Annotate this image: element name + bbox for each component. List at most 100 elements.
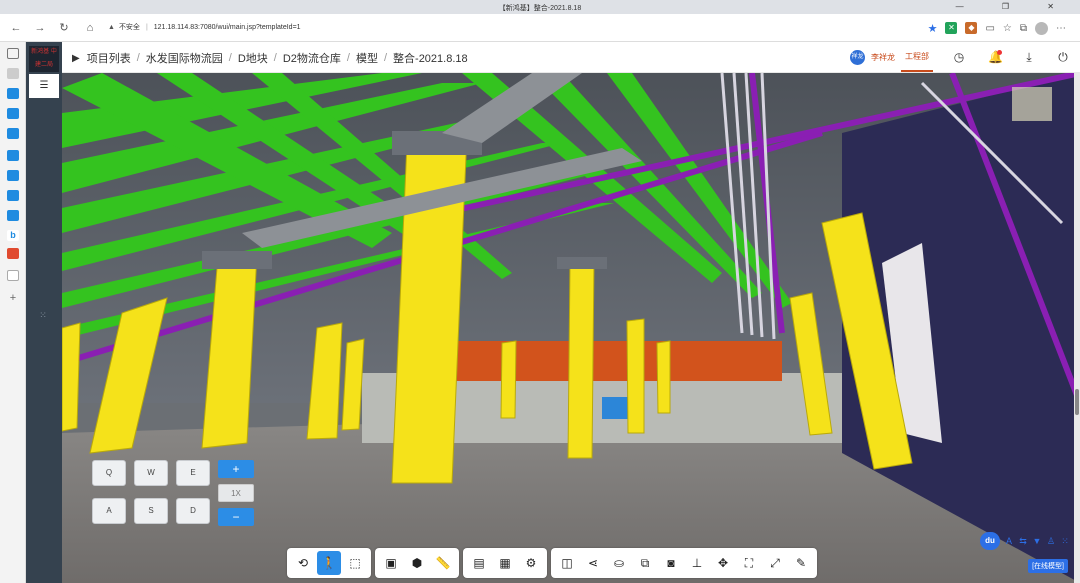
page-icon[interactable]: [7, 68, 19, 79]
breadcrumb-item[interactable]: 模型: [356, 50, 378, 66]
orbit-icon[interactable]: ⟲: [291, 551, 315, 575]
speed-down-button[interactable]: −: [218, 508, 254, 526]
browser-tab-title[interactable]: 【新鸿基】整合-2021.8.18: [0, 3, 1080, 13]
reload-icon[interactable]: ↻: [56, 20, 72, 36]
font-icon[interactable]: A: [1004, 534, 1014, 548]
document-icon[interactable]: ▦: [493, 551, 517, 575]
breadcrumb-item[interactable]: 水发国际物流园: [146, 50, 223, 66]
avatar[interactable]: 祥龙: [850, 50, 865, 65]
paint-bucket-icon[interactable]: ⛶: [737, 551, 761, 575]
shortcut-icon-2[interactable]: [7, 108, 19, 119]
scrollbar[interactable]: [1074, 73, 1080, 583]
forward-icon[interactable]: →: [32, 20, 48, 36]
navigation-pad: Q W E A S D: [92, 460, 227, 540]
ext-green-icon[interactable]: ✕: [945, 22, 958, 34]
expand-arrow-icon[interactable]: ▶: [72, 53, 80, 64]
grid-icon[interactable]: ⁙: [1060, 534, 1070, 548]
scrollbar-thumb[interactable]: [1075, 389, 1079, 415]
home-icon[interactable]: ⌂: [82, 20, 98, 36]
shortcut-icon-list[interactable]: [7, 270, 19, 281]
tree-icon[interactable]: ⊥: [685, 551, 709, 575]
measure-icon[interactable]: 📏: [431, 551, 455, 575]
section-box-icon[interactable]: ◙: [659, 551, 683, 575]
toolbar-group-tools: ◫ ⋖ ⛀ ⧉ ◙ ⊥ ✥ ⛶ ⤢ ✎: [551, 548, 817, 578]
profile-avatar-icon[interactable]: [1035, 21, 1048, 35]
menu-icon[interactable]: ☰: [29, 74, 59, 98]
key-s-button[interactable]: S: [134, 498, 168, 524]
add-icon[interactable]: +: [7, 292, 19, 304]
breadcrumb-current: 整合-2021.8.18: [393, 53, 468, 65]
toolbar-group-view: ⟲ 🚶 ⬚: [287, 548, 371, 578]
back-icon[interactable]: ←: [8, 20, 24, 36]
window-controls[interactable]: — ❐ ✕: [956, 2, 1072, 11]
shortcut-icon-7[interactable]: [7, 210, 19, 221]
shortcut-icon-5[interactable]: [7, 170, 19, 181]
shortcut-icon-4[interactable]: [7, 150, 19, 161]
key-e-button[interactable]: E: [176, 460, 210, 486]
collections-icon[interactable]: ⧉: [1020, 23, 1027, 34]
toolbar-group-model: ▣ ⬢ 📏: [375, 548, 459, 578]
translate-icon[interactable]: ⇆: [1018, 534, 1028, 548]
department-tab[interactable]: 工程部: [901, 43, 933, 72]
page-header: ▶ 项目列表 / 水发国际物流园 / D地块 / D2物流仓库 / 模型 / 整合-202…: [62, 42, 1080, 73]
toolbar-group-props: ▤ ▦ ⚙: [463, 548, 547, 578]
clock-icon[interactable]: ◷: [952, 50, 966, 64]
address-bar: ← → ↻ ⌂ ▲ 不安全 | 121.18.114.83:7080/wui/main…: [0, 14, 1080, 42]
breadcrumb-item[interactable]: 项目列表: [87, 50, 131, 66]
shortcut-icon-3[interactable]: [7, 128, 19, 139]
key-d-button[interactable]: D: [176, 498, 210, 524]
layers-icon[interactable]: ▤: [467, 551, 491, 575]
favorites-icon[interactable]: ☆: [1003, 23, 1012, 34]
cube-icon[interactable]: ⬢: [405, 551, 429, 575]
overlap-icon[interactable]: ⧉: [633, 551, 657, 575]
shortcut-icon-1[interactable]: [7, 88, 19, 99]
more-icon[interactable]: ⋯: [1056, 23, 1066, 34]
apps-grid-icon[interactable]: ⁙: [36, 310, 50, 324]
speed-up-button[interactable]: +: [218, 460, 254, 478]
warning-icon: ▲: [108, 24, 115, 31]
power-icon[interactable]: ⏻: [1056, 50, 1070, 64]
stamp-icon[interactable]: ⛀: [607, 551, 631, 575]
online-mode-label: [在线模型]: [1028, 559, 1068, 573]
speed-control: + 1X −: [218, 460, 254, 526]
box-select-icon[interactable]: ▣: [379, 551, 403, 575]
fit-view-icon[interactable]: ⬚: [343, 551, 367, 575]
download-icon[interactable]: ⤓: [1022, 50, 1036, 64]
key-w-button[interactable]: W: [134, 460, 168, 486]
annotate-icon[interactable]: ✎: [789, 551, 813, 575]
extension-icons: ★ ✕ ◆ ▭ ☆ ⧉ ⋯: [928, 21, 1066, 35]
view-cube[interactable]: [1012, 87, 1052, 121]
url-text: 121.18.114.83:7080/wui/main.jsp?template…: [153, 24, 301, 31]
split-icon[interactable]: ▭: [985, 23, 994, 34]
bim-3d-viewport[interactable]: Q W E A S D + 1X − ⟲ 🚶 ⬚ ▣ ⬢ 📏 ▤ ▦ ⚙ ◫ ⋖…: [62, 73, 1080, 583]
settings-icon[interactable]: ⚙: [519, 551, 543, 575]
key-q-button[interactable]: Q: [92, 460, 126, 486]
ext-shield-icon[interactable]: ◆: [965, 22, 978, 34]
bing-icon[interactable]: b: [7, 230, 19, 241]
star-icon[interactable]: ★: [928, 22, 938, 35]
person-icon[interactable]: ♙: [1046, 534, 1056, 548]
user-name[interactable]: 李祥龙: [871, 52, 895, 63]
url-separator: |: [145, 24, 148, 31]
share-icon[interactable]: ⋖: [581, 551, 605, 575]
du-badge[interactable]: du: [980, 532, 1000, 550]
user-area: 祥龙 李祥龙 工程部: [850, 42, 933, 73]
breadcrumb-item[interactable]: D地块: [238, 50, 268, 66]
company-logo: 新鸿基 中建二局: [29, 46, 59, 72]
shirt-icon[interactable]: ▼: [1032, 534, 1042, 548]
key-a-button[interactable]: A: [92, 498, 126, 524]
speed-value: 1X: [218, 484, 254, 502]
breadcrumb: ▶ 项目列表 / 水发国际物流园 / D地块 / D2物流仓库 / 模型 / 整合-202…: [72, 50, 468, 66]
fullscreen-icon[interactable]: ⤢: [763, 551, 787, 575]
explode-icon[interactable]: ✥: [711, 551, 735, 575]
shortcut-icon-red[interactable]: [7, 248, 19, 259]
walk-person-icon[interactable]: 🚶: [317, 551, 341, 575]
notification-dot: [997, 50, 1002, 55]
breadcrumb-item[interactable]: D2物流仓库: [283, 50, 341, 66]
security-label: 不安全: [118, 24, 140, 31]
shortcut-icon-6[interactable]: [7, 190, 19, 201]
url-field[interactable]: ▲ 不安全 | 121.18.114.83:7080/wui/main.jsp?tem…: [108, 19, 868, 37]
browser-side-rail: b +: [0, 42, 26, 583]
tab-actions-icon[interactable]: [7, 48, 19, 59]
stack-icon[interactable]: ◫: [555, 551, 579, 575]
